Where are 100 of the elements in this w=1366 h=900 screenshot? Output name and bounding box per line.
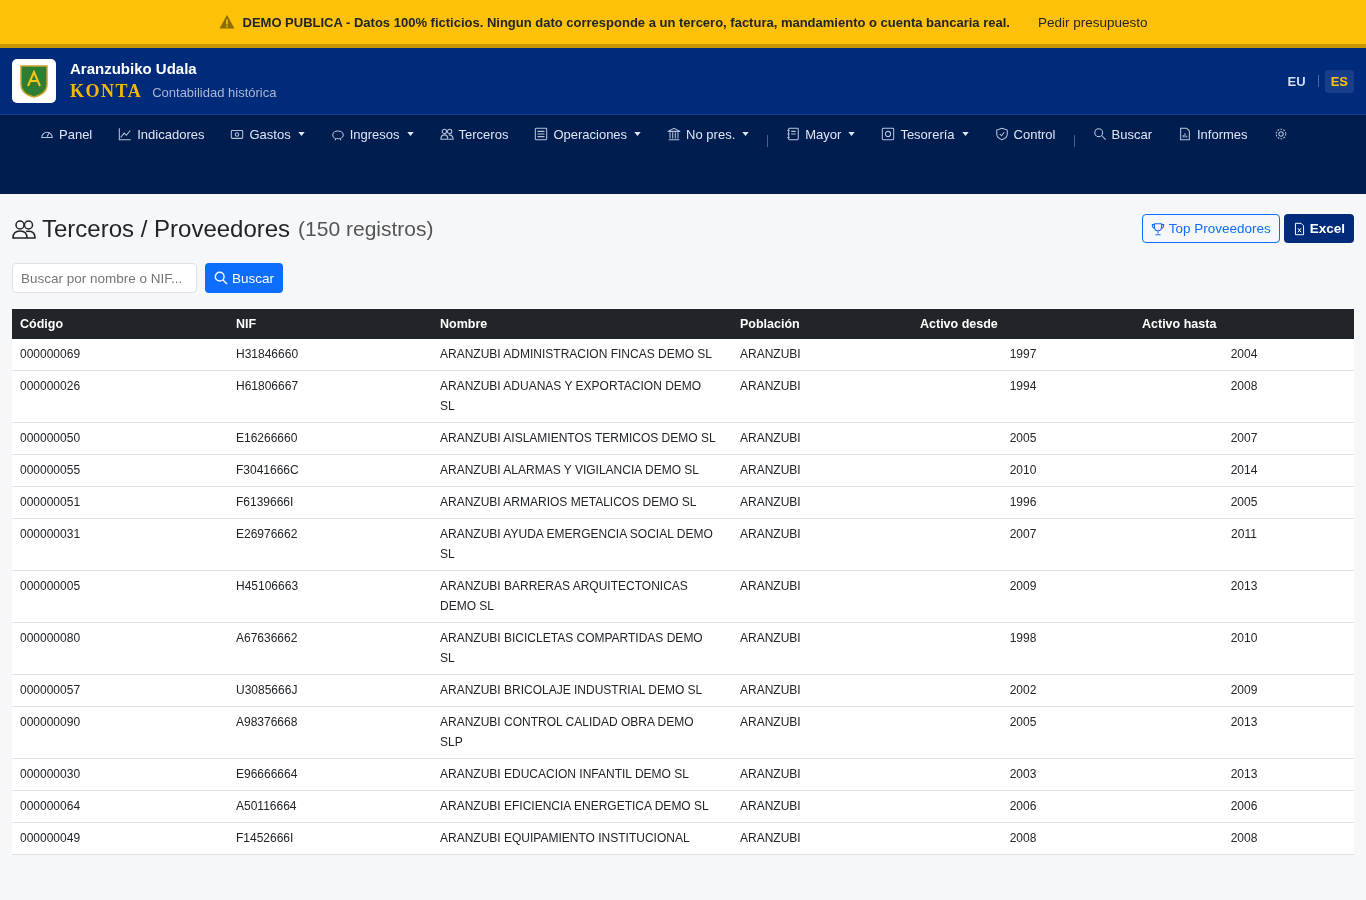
table-cell: 2006 <box>1009 799 1037 813</box>
organization-name: Aranzubiko Udala <box>70 60 198 77</box>
language-button[interactable]: ES <box>1324 69 1354 93</box>
table-cell: 1998 <box>1009 631 1037 645</box>
nav-item[interactable]: Gastos <box>220 115 315 153</box>
table-cell: 2008 <box>1230 831 1258 845</box>
table-cell: 000000069 <box>20 347 81 361</box>
table-cell: 2008 <box>1009 831 1037 845</box>
table-cell: 2004 <box>1230 347 1258 361</box>
warning-icon <box>218 14 235 30</box>
column-header: NIF <box>228 309 432 339</box>
table-cell: 2014 <box>1230 463 1258 477</box>
people-icon <box>12 218 36 239</box>
table-cell: 2009 <box>1230 683 1258 697</box>
column-header: Nombre <box>432 309 732 339</box>
nav-item[interactable]: Ingresos <box>320 115 424 153</box>
table-cell: 2007 <box>1230 431 1258 445</box>
safe-icon <box>881 127 896 141</box>
shield-check-icon <box>994 127 1009 141</box>
settings-icon <box>1273 127 1288 141</box>
table-cell: 2005 <box>1009 431 1037 445</box>
table-cell: F6139666I <box>236 495 294 509</box>
nav-item[interactable]: Control <box>984 115 1066 153</box>
table-cell: ARANZUBI <box>740 799 801 813</box>
caret-icon <box>742 132 750 136</box>
excel-button[interactable]: Excel <box>1283 214 1354 243</box>
caret-icon <box>297 132 305 136</box>
table-cell: 1996 <box>1009 495 1037 509</box>
search-icon <box>1092 127 1107 141</box>
search-button[interactable]: Buscar <box>205 263 284 293</box>
table-cell: F1452666I <box>236 831 294 845</box>
table-cell: 2013 <box>1230 579 1258 593</box>
table-cell: ARANZUBI <box>740 495 801 509</box>
search-field[interactable]: Buscar por nombre o NIF... <box>12 263 197 293</box>
nav-item[interactable]: Panel <box>30 115 103 153</box>
table-cell: E26976662 <box>236 527 298 541</box>
line-chart-icon <box>118 127 133 141</box>
table-cell: 2010 <box>1230 631 1258 645</box>
table-cell: ARANZUBI AYUDA EMERGENCIA SOCIAL DEMO SL <box>440 527 713 561</box>
caret-icon <box>634 132 642 136</box>
demo-notice: DEMO PUBLICA - Datos 100% ficticios. Ningun dato corresponde a un tercero, factura, mandamiento o cuenta bancaria real. <box>242 14 1010 30</box>
cash-icon <box>230 127 245 141</box>
search-icon <box>214 271 228 285</box>
table-cell: 2006 <box>1230 799 1258 813</box>
table-cell: ARANZUBI <box>740 767 801 781</box>
top-suppliers-button[interactable]: Top Proveedores <box>1141 214 1280 243</box>
trophy-icon <box>1150 221 1165 236</box>
spreadsheet-file-icon <box>1292 221 1306 236</box>
table-cell: 000000051 <box>20 495 81 509</box>
table-cell: ARANZUBI <box>740 715 801 729</box>
table-cell: ARANZUBI <box>740 431 801 445</box>
nav-item[interactable]: Operaciones <box>524 115 652 153</box>
table-cell: ARANZUBI ARMARIOS METALICOS DEMO SL <box>440 495 697 509</box>
caret-icon <box>848 132 856 136</box>
caret-icon <box>961 132 969 136</box>
nav-item[interactable]: Mayor <box>776 115 866 153</box>
language-button[interactable]: EU <box>1281 69 1312 93</box>
table-cell: ARANZUBI <box>740 831 801 845</box>
table-cell: F3041666C <box>236 463 299 477</box>
table-cell: E96666664 <box>236 767 298 781</box>
nav-item[interactable]: Indicadores <box>108 115 215 153</box>
table-cell: 2013 <box>1230 715 1258 729</box>
app-subtitle: Contabilidad histórica <box>152 85 277 100</box>
table-cell: 000000057 <box>20 683 81 697</box>
table-cell: ARANZUBI <box>740 579 801 593</box>
table-cell: ARANZUBI BARRERAS ARQUITECTONICAS DEMO SL <box>440 579 688 613</box>
nav-item[interactable]: Terceros <box>429 115 519 153</box>
table-cell: 000000055 <box>20 463 81 477</box>
shield-logo-icon <box>12 59 56 103</box>
table-cell: 2002 <box>1009 683 1037 697</box>
caret-icon <box>406 132 414 136</box>
table-cell: ARANZUBI ADMINISTRACION FINCAS DEMO SL <box>440 347 713 361</box>
column-header: Población <box>732 309 912 339</box>
table-cell: 2005 <box>1230 495 1258 509</box>
table-cell: ARANZUBI BICICLETAS COMPARTIDAS DEMO SL <box>440 631 703 665</box>
table-cell: ARANZUBI <box>740 463 801 477</box>
table-cell: ARANZUBI AISLAMIENTOS TERMICOS DEMO SL <box>440 431 716 445</box>
nav-item[interactable]: No pres. <box>657 115 760 153</box>
table-cell: ARANZUBI <box>740 527 801 541</box>
table-cell: A50116664 <box>236 799 297 813</box>
table-cell: 2007 <box>1009 527 1037 541</box>
table-cell: ARANZUBI EDUCACION INFANTIL DEMO SL <box>440 767 689 781</box>
table-cell: A67636662 <box>236 631 298 645</box>
nav-item[interactable]: Informes <box>1167 115 1258 153</box>
table-cell: H45106663 <box>236 579 299 593</box>
table-cell: 000000064 <box>20 799 81 813</box>
table-cell: ARANZUBI <box>740 347 801 361</box>
table-cell: 000000031 <box>20 527 81 541</box>
table-cell: 000000049 <box>20 831 81 845</box>
quote-link[interactable]: Pedir presupuesto <box>1037 14 1148 30</box>
table-cell: 2013 <box>1230 767 1258 781</box>
nav-item[interactable]: Tesorería <box>871 115 979 153</box>
nav-item[interactable]: Buscar <box>1082 115 1162 153</box>
table-cell: 2008 <box>1230 379 1258 393</box>
table-cell: 1994 <box>1009 379 1037 393</box>
table-cell: 2009 <box>1009 579 1037 593</box>
table-cell: 000000080 <box>20 631 81 645</box>
table-cell: ARANZUBI <box>740 631 801 645</box>
table-cell: H31846660 <box>236 347 299 361</box>
table-cell: 2011 <box>1231 527 1257 541</box>
